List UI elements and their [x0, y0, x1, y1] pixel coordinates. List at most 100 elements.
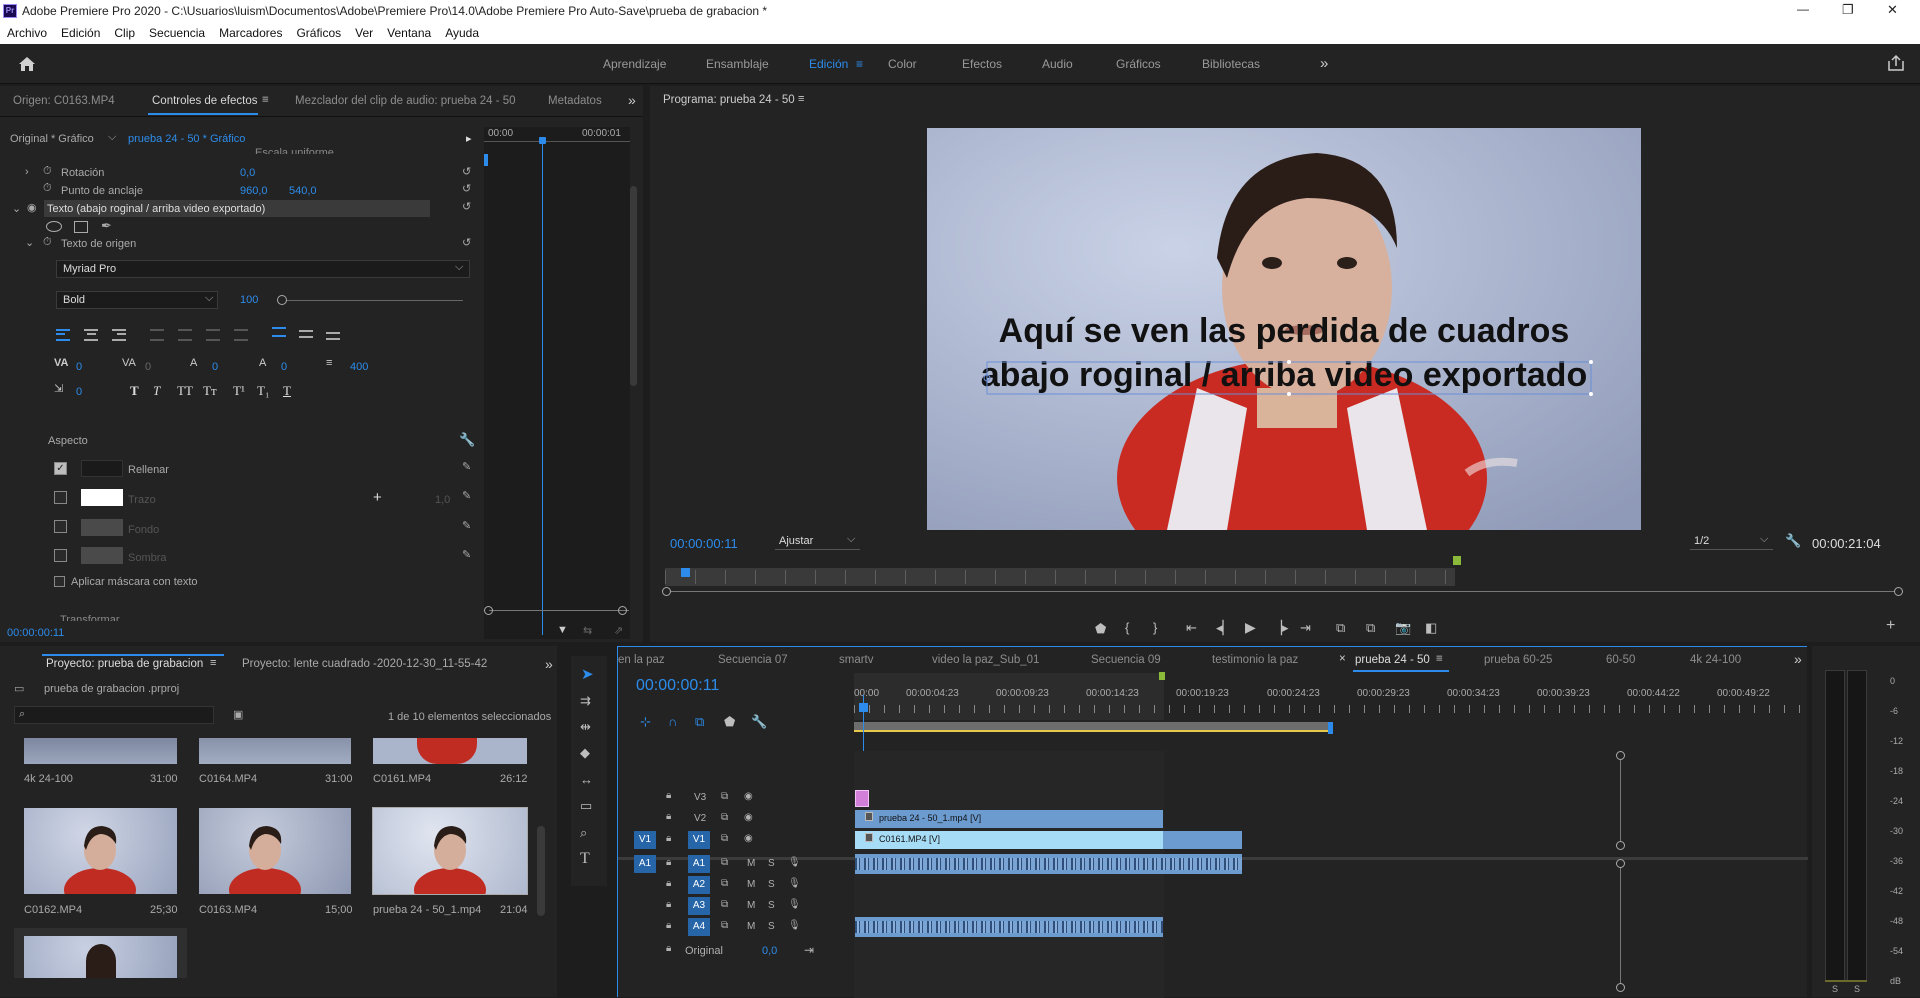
razor-tool-icon[interactable]: ◆ [580, 746, 590, 760]
menu-graficos[interactable]: Gráficos [289, 23, 348, 44]
eye-icon[interactable]: ◉ [744, 791, 753, 802]
project-menu-icon[interactable]: ≡ [210, 657, 216, 669]
track-label-a2[interactable]: A2 [688, 876, 710, 894]
stroke-color-swatch[interactable] [81, 489, 123, 506]
reset-text-icon[interactable]: ↺ [462, 200, 471, 213]
rotation-value[interactable]: 0,0 [240, 167, 255, 179]
lock-icon[interactable]: 🔒︎ [666, 811, 671, 822]
stopwatch-icon[interactable]: ⏱ [43, 236, 52, 249]
menu-ventana[interactable]: Ventana [380, 23, 438, 44]
text-mask-checkbox[interactable] [54, 576, 65, 587]
program-playhead[interactable] [680, 568, 690, 577]
workspace-aprendizaje[interactable]: Aprendizaje [603, 44, 666, 84]
wrench-icon[interactable]: 🔧 [459, 432, 475, 448]
go-to-in-icon[interactable]: ⇤ [1186, 621, 1197, 635]
all-caps-icon[interactable]: TT [177, 383, 193, 399]
workspace-ensamblaje[interactable]: Ensamblaje [706, 44, 769, 84]
sync-lock-icon[interactable]: ⧉ [721, 899, 728, 910]
graphic-clip-v3[interactable] [855, 790, 869, 807]
mark-in-icon[interactable]: { [1125, 621, 1129, 635]
track-label-v3[interactable]: V3 [694, 792, 706, 803]
shadow-checkbox[interactable] [54, 549, 67, 562]
tracking-value[interactable]: 0 [145, 361, 151, 373]
close-tab-icon[interactable]: × [1339, 653, 1346, 665]
lift-icon[interactable]: ⧉ [1336, 621, 1345, 635]
track-label-a3[interactable]: A3 [688, 897, 710, 915]
play-icon[interactable]: ▶ [1245, 620, 1256, 634]
meter-solo-button[interactable]: S [1832, 984, 1838, 994]
tab-sequence[interactable]: 4k 24-100 [1690, 654, 1741, 666]
tabs-more-icon[interactable]: » [628, 92, 636, 108]
tabs-more-icon[interactable]: » [545, 656, 553, 672]
filter-icon[interactable]: ▼ [557, 624, 568, 636]
tabs-more-icon[interactable]: » [1794, 651, 1802, 667]
sync-lock-icon[interactable]: ⧉ [721, 791, 728, 802]
faux-bold-icon[interactable]: T [130, 383, 139, 399]
timeline-settings-icon[interactable]: 🔧 [751, 715, 767, 729]
fill-checkbox[interactable]: ✓ [54, 462, 67, 475]
menu-archivo[interactable]: Archivo [0, 23, 54, 44]
tab-sequence[interactable]: en la paz [618, 654, 665, 666]
align-center-icon[interactable] [84, 329, 98, 341]
source-patch-v1[interactable]: V1 [634, 831, 656, 849]
reset-source-text-icon[interactable]: ↺ [462, 236, 471, 249]
home-icon[interactable] [18, 56, 36, 75]
anchor-y-value[interactable]: 540,0 [289, 185, 317, 197]
tab-project-main[interactable]: Proyecto: prueba de grabacion [46, 658, 203, 670]
mute-button[interactable]: M [747, 921, 755, 932]
slip-tool-icon[interactable]: ↔ [580, 773, 593, 787]
anchor-x-value[interactable]: 960,0 [240, 185, 268, 197]
go-to-end-icon[interactable]: ⇥ [804, 943, 814, 957]
align-top-icon[interactable] [272, 327, 286, 337]
sync-lock-icon[interactable]: ⧉ [721, 920, 728, 931]
font-style-dropdown[interactable]: Bold ⌵ [56, 291, 218, 309]
tab-metadata[interactable]: Metadatos [548, 95, 602, 107]
meter-solo-button[interactable]: S [1854, 984, 1860, 994]
new-bin-icon[interactable]: ▣ [233, 708, 243, 721]
workspace-color[interactable]: Color [888, 44, 917, 84]
ripple-icon[interactable]: ⇆ [583, 624, 592, 637]
stopwatch-icon[interactable]: ⏱ [43, 165, 52, 178]
step-forward-icon[interactable]: ▕▸ [1272, 621, 1289, 635]
clip-v1-tail[interactable] [1163, 831, 1242, 849]
track-label-a1[interactable]: A1 [688, 855, 710, 873]
lock-icon[interactable]: 🔒︎ [666, 920, 671, 931]
justify-center-icon[interactable] [178, 329, 192, 341]
stroke-width-value[interactable]: 1,0 [435, 494, 450, 506]
reset-rotation-icon[interactable]: ↺ [462, 165, 471, 178]
tab-sequence[interactable]: testimonio la paz [1212, 654, 1298, 666]
text-layer-name[interactable]: Texto (abajo roginal / arriba video expo… [47, 203, 265, 215]
indent-value[interactable]: 0 [76, 386, 82, 398]
chevron-down-icon[interactable]: ⌵ [108, 131, 116, 144]
clip-v1[interactable]: C0161.MP4 [V] [855, 831, 1163, 849]
tab-audio-mixer[interactable]: Mezclador del clip de audio: prueba 24 -… [295, 95, 516, 107]
mic-icon[interactable]: 🎙︎ [788, 857, 801, 868]
work-area-end[interactable] [1328, 722, 1333, 734]
eye-icon[interactable]: ◉ [744, 812, 753, 823]
justify-all-icon[interactable] [234, 329, 248, 341]
menu-ver[interactable]: Ver [348, 23, 380, 44]
tab-sequence[interactable]: Secuencia 09 [1091, 654, 1161, 666]
workspace-bibliotecas[interactable]: Bibliotecas [1202, 44, 1260, 84]
zoom-tool-icon[interactable]: ⌕ [580, 826, 587, 840]
maximize-button[interactable]: ❐ [1842, 2, 1854, 18]
sync-lock-icon[interactable]: ⧉ [721, 833, 728, 844]
play-effect-icon[interactable]: ▸ [466, 132, 472, 145]
eyedropper-icon[interactable]: ✎ [462, 548, 471, 561]
program-menu-icon[interactable]: ≡ [798, 93, 804, 105]
align-middle-icon[interactable] [299, 330, 313, 338]
audio-clip-a4[interactable] [855, 917, 1163, 937]
lock-icon[interactable]: 🔒︎ [666, 943, 671, 954]
small-caps-icon[interactable]: Tт [203, 383, 217, 399]
sequence-out-marker[interactable] [1159, 672, 1165, 680]
sync-lock-icon[interactable]: ⧉ [721, 878, 728, 889]
shadow-color-swatch[interactable] [81, 547, 123, 564]
project-item-4k[interactable] [24, 738, 177, 764]
project-search-input[interactable]: ⌕ [14, 706, 214, 724]
font-size-slider[interactable] [280, 300, 463, 301]
step-back-icon[interactable]: ◂▏ [1216, 621, 1233, 635]
rectangle-mask-icon[interactable] [74, 221, 88, 233]
master-clip-crumb[interactable]: Original * Gráfico [10, 133, 94, 145]
camera-icon[interactable]: 📷 [1395, 621, 1411, 635]
tab-sequence[interactable]: smartv [839, 654, 874, 666]
